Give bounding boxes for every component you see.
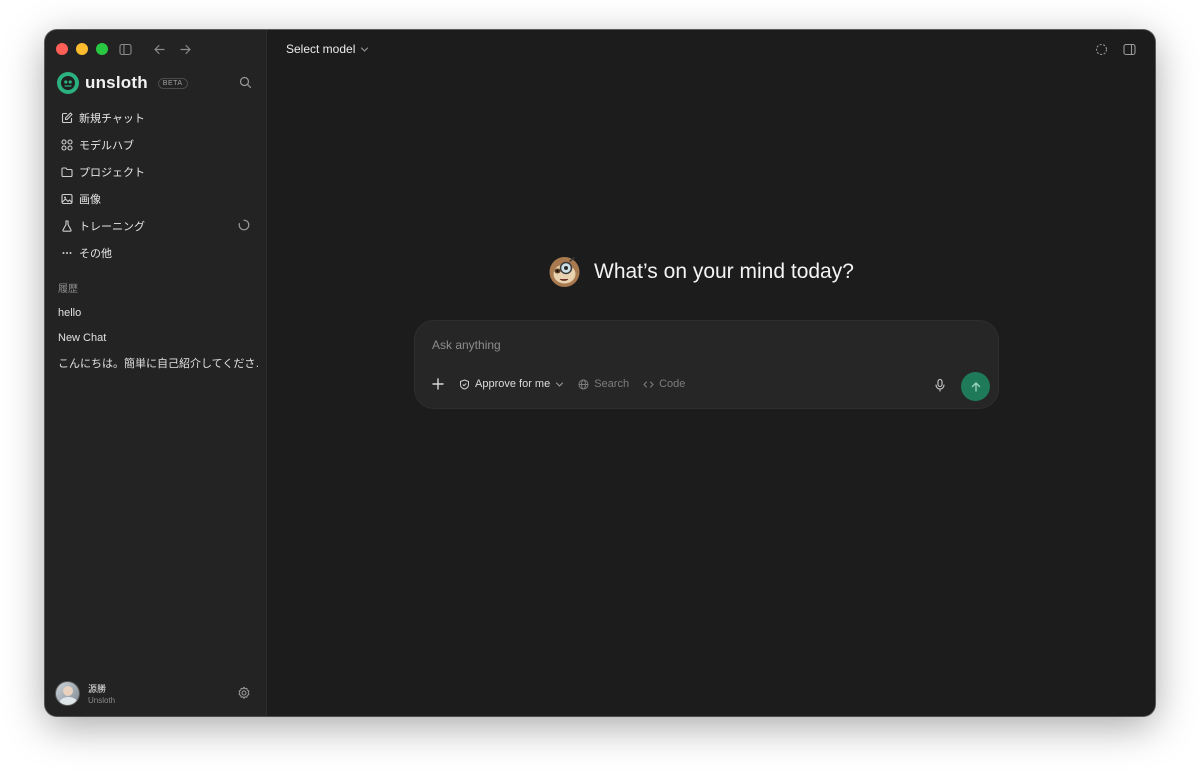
beta-badge: BETA xyxy=(157,77,188,89)
arrow-up-icon xyxy=(970,381,982,393)
add-attachment-button[interactable] xyxy=(431,377,445,391)
header-actions xyxy=(1095,43,1136,56)
back-arrow-icon[interactable] xyxy=(151,41,167,57)
search-icon[interactable] xyxy=(239,76,253,90)
user-name: 源勝 xyxy=(88,684,107,694)
chat-composer: Ask anything Approve for me Search Code xyxy=(414,320,999,409)
composer-toolbar: Approve for me Search Code xyxy=(431,377,685,391)
search-toggle-label: Search xyxy=(594,378,630,390)
sidebar-item-label: 画像 xyxy=(79,193,101,206)
chat-input[interactable]: Ask anything xyxy=(432,338,501,352)
user-org: Unsloth xyxy=(88,696,116,705)
search-toggle-button[interactable]: Search xyxy=(578,378,629,390)
sidebar-item-new-chat[interactable]: 新規チャット xyxy=(53,104,259,131)
minimize-window-button[interactable] xyxy=(76,43,88,55)
globe-icon xyxy=(578,379,589,390)
window-controls xyxy=(56,43,108,55)
sidebar-nav: 新規チャット モデルハブ プロジェクト 画像 トレーニング その他 xyxy=(53,104,259,266)
sidebar-item-images[interactable]: 画像 xyxy=(53,185,259,212)
approve-mode-dropdown[interactable]: Approve for me xyxy=(459,378,564,390)
history-list: hello New Chat こんにちは。簡単に自己紹介してくださ… xyxy=(58,300,258,375)
chevron-down-icon xyxy=(555,380,564,389)
sidebar-item-label: トレーニング xyxy=(79,220,145,233)
history-heading: 履歴 xyxy=(58,284,78,295)
panel-toggle-icon[interactable] xyxy=(1123,43,1136,56)
send-button[interactable] xyxy=(961,372,990,401)
sidebar-item-projects[interactable]: プロジェクト xyxy=(53,158,259,185)
model-select-label: Select model xyxy=(286,42,356,56)
app-window: unsloth BETA 新規チャット モデルハブ プロジェクト 画像 トレーニ… xyxy=(45,30,1155,716)
sidebar-item-model-hub[interactable]: モデルハブ xyxy=(53,131,259,158)
unsloth-logo-icon xyxy=(57,72,79,94)
hub-icon xyxy=(60,138,73,151)
flask-icon xyxy=(60,219,73,232)
model-select-dropdown[interactable]: Select model xyxy=(286,42,369,56)
sidebar-item-label: 新規チャット xyxy=(79,112,145,125)
history-item[interactable]: こんにちは。簡単に自己紹介してくださ… xyxy=(58,350,258,375)
greeting: What’s on your mind today? xyxy=(547,254,854,289)
history-item[interactable]: New Chat xyxy=(58,325,258,350)
sidebar-toggle-icon[interactable] xyxy=(117,41,133,57)
main-panel: Select model What’s on your mind today? … xyxy=(267,30,1155,716)
maximize-window-button[interactable] xyxy=(96,43,108,55)
sidebar-item-label: プロジェクト xyxy=(79,166,145,179)
sloth-mascot-icon xyxy=(547,254,582,289)
user-profile[interactable]: 源勝 Unsloth xyxy=(55,681,115,706)
image-icon xyxy=(60,192,73,205)
brand-name: unsloth xyxy=(85,73,148,92)
history-item[interactable]: hello xyxy=(58,300,258,325)
chevron-down-icon xyxy=(360,45,369,54)
brand[interactable]: unsloth BETA xyxy=(57,72,188,94)
gear-icon[interactable] xyxy=(237,686,251,700)
avatar xyxy=(55,681,80,706)
sidebar: unsloth BETA 新規チャット モデルハブ プロジェクト 画像 トレーニ… xyxy=(45,30,267,716)
sidebar-item-training[interactable]: トレーニング xyxy=(53,212,259,239)
sidebar-item-label: モデルハブ xyxy=(79,139,134,152)
code-toggle-label: Code xyxy=(659,378,686,390)
code-toggle-button[interactable]: Code xyxy=(643,378,685,390)
greeting-text: What’s on your mind today? xyxy=(594,259,854,283)
microphone-icon[interactable] xyxy=(933,378,947,392)
sidebar-item-more[interactable]: その他 xyxy=(53,239,259,266)
sidebar-item-label: その他 xyxy=(79,247,112,260)
edit-icon xyxy=(60,111,73,124)
code-icon xyxy=(643,379,654,390)
approve-mode-label: Approve for me xyxy=(475,378,551,390)
more-icon xyxy=(60,246,73,259)
folder-icon xyxy=(60,165,73,178)
forward-arrow-icon[interactable] xyxy=(177,41,193,57)
shield-icon xyxy=(459,378,470,390)
temporary-chat-icon[interactable] xyxy=(1095,43,1108,56)
close-window-button[interactable] xyxy=(56,43,68,55)
sidebar-toolbar xyxy=(117,41,193,57)
loading-spinner-icon xyxy=(238,219,251,232)
